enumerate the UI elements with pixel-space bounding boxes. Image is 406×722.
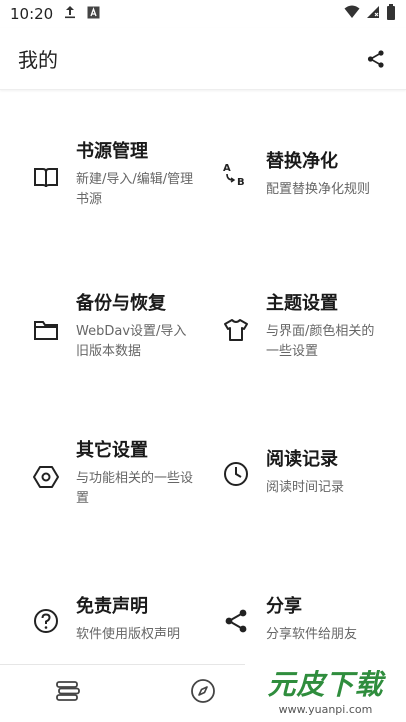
item-title: 阅读记录	[266, 449, 338, 470]
upload-icon	[63, 5, 77, 23]
hexagon-settings-icon	[32, 463, 60, 491]
item-title: 主题设置	[266, 293, 338, 314]
settings-grid: 书源管理 新建/导入/编辑/管理书源 A B 替换净化 配置替换净化规则 备份与…	[0, 92, 406, 664]
item-desc: 分享软件给朋友	[266, 627, 358, 642]
item-desc: 软件使用版权声明	[76, 627, 181, 642]
clock-icon	[222, 460, 250, 488]
item-desc: 配置替换净化规则	[266, 182, 371, 197]
item-title: 其它设置	[76, 440, 148, 461]
item-desc: 与界面/颜色相关的一些设置	[266, 324, 375, 359]
nav-bookshelf[interactable]	[0, 665, 135, 722]
item-desc: 新建/导入/编辑/管理书源	[76, 172, 194, 207]
item-desc: 阅读时间记录	[266, 480, 345, 495]
item-title: 替换净化	[266, 151, 338, 172]
item-book-source[interactable]: 书源管理 新建/导入/编辑/管理书源	[32, 140, 202, 210]
question-icon	[32, 607, 60, 635]
item-title: 免责声明	[76, 596, 148, 617]
svg-text:A: A	[223, 163, 231, 174]
compass-icon	[190, 678, 216, 708]
watermark-text: 元皮下载	[267, 667, 384, 701]
watermark-logo: 元皮下载 www.yuanpi.com	[245, 657, 406, 721]
book-icon	[32, 164, 60, 192]
item-title: 书源管理	[76, 141, 148, 162]
signal-icon	[366, 5, 380, 23]
item-desc: WebDav设置/导入旧版本数据	[76, 324, 187, 359]
page-title: 我的	[18, 48, 58, 72]
a-to-b-icon: A B	[222, 160, 250, 188]
wifi-icon	[344, 5, 360, 23]
tshirt-icon	[222, 316, 250, 344]
status-bar: 10:20	[0, 0, 406, 28]
item-share[interactable]: 分享 分享软件给朋友	[222, 595, 397, 645]
app-bar: 我的	[0, 28, 406, 90]
item-disclaimer[interactable]: 免责声明 软件使用版权声明	[32, 595, 202, 645]
folder-icon	[32, 316, 60, 344]
item-reading-history[interactable]: 阅读记录 阅读时间记录	[222, 448, 397, 498]
item-replace-purify[interactable]: A B 替换净化 配置替换净化规则	[222, 150, 397, 200]
a-notification-icon	[87, 5, 100, 23]
item-theme-settings[interactable]: 主题设置 与界面/颜色相关的一些设置	[222, 292, 397, 362]
bookshelf-icon	[55, 680, 81, 706]
item-title: 备份与恢复	[76, 293, 166, 314]
item-desc: 与功能相关的一些设置	[76, 471, 194, 506]
svg-text:B: B	[237, 177, 245, 188]
item-title: 分享	[266, 596, 302, 617]
share-icon	[222, 607, 250, 635]
item-backup-restore[interactable]: 备份与恢复 WebDav设置/导入旧版本数据	[32, 292, 202, 362]
share-icon[interactable]	[364, 47, 388, 71]
item-other-settings[interactable]: 其它设置 与功能相关的一些设置	[32, 439, 202, 509]
battery-icon	[386, 4, 396, 24]
status-time: 10:20	[10, 5, 54, 23]
watermark-url: www.yuanpi.com	[278, 702, 373, 716]
